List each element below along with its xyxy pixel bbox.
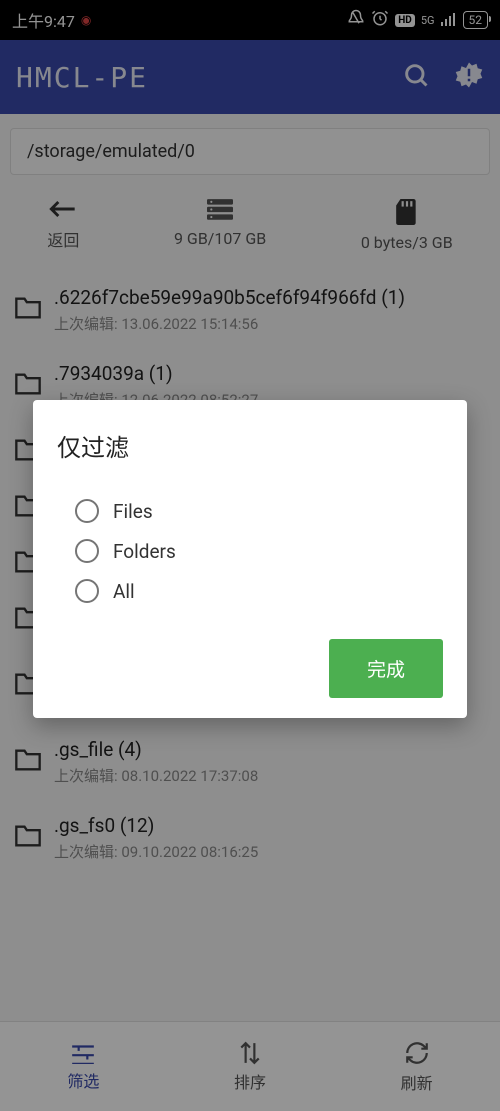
radio-icon [75,579,99,603]
filter-dialog: 仅过滤 Files Folders All 完成 [33,400,467,718]
radio-group: Files Folders All [57,491,443,611]
radio-label: All [113,580,135,603]
radio-folders[interactable]: Folders [75,531,443,571]
radio-all[interactable]: All [75,571,443,611]
done-button[interactable]: 完成 [329,639,443,698]
radio-label: Files [113,500,153,523]
radio-icon [75,539,99,563]
radio-label: Folders [113,540,176,563]
dialog-title: 仅过滤 [57,428,443,463]
dialog-overlay[interactable]: 仅过滤 Files Folders All 完成 [0,0,500,1111]
radio-icon [75,499,99,523]
radio-files[interactable]: Files [75,491,443,531]
